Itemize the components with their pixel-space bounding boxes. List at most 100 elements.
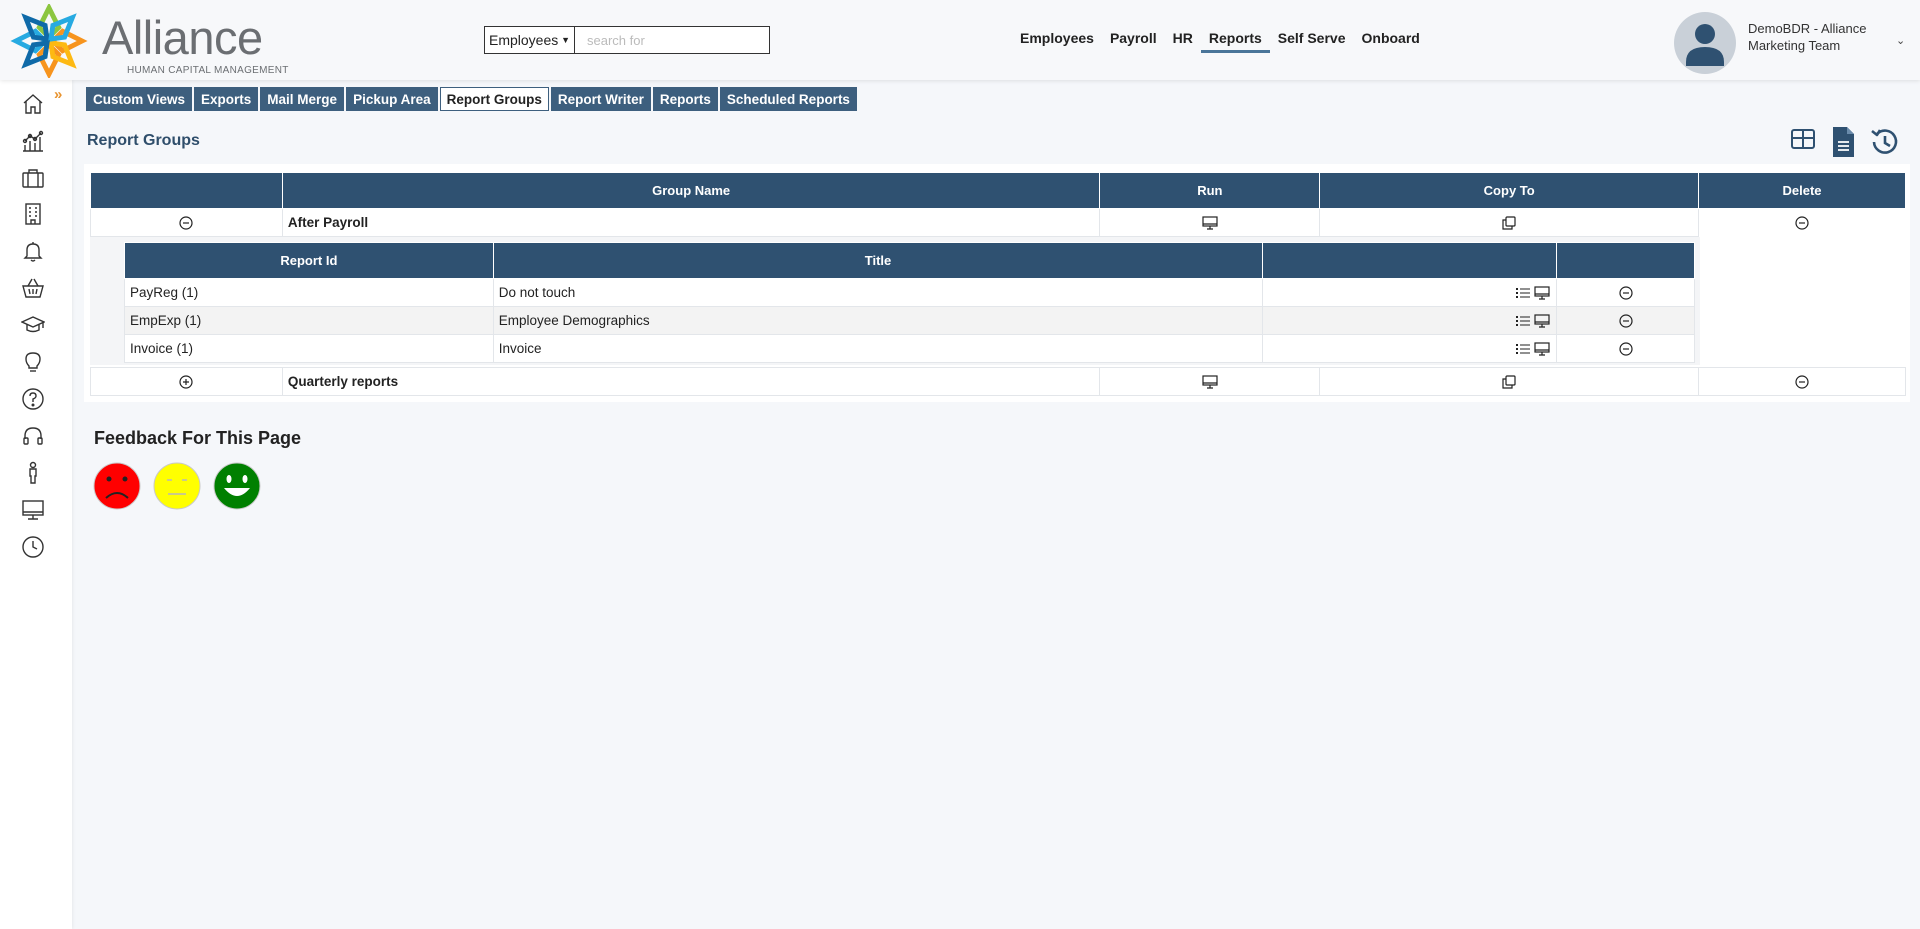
clock-icon[interactable] [21, 535, 45, 559]
remove-icon[interactable] [1618, 286, 1633, 300]
avatar [1674, 12, 1736, 74]
document-icon[interactable] [1830, 126, 1856, 158]
tab-reports[interactable]: Reports [652, 87, 718, 111]
column-header-actions [1262, 242, 1558, 279]
delete-icon[interactable] [1795, 216, 1809, 231]
copy-icon[interactable] [1502, 375, 1516, 389]
table-row: Quarterly reports [90, 367, 1906, 396]
home-icon[interactable] [21, 92, 45, 116]
column-header-expand [90, 172, 283, 209]
tab-mail-merge[interactable]: Mail Merge [260, 87, 345, 111]
grid-view-icon[interactable] [1790, 126, 1816, 152]
column-header-group-name[interactable]: Group Name [281, 172, 1101, 209]
nav-onboard[interactable]: Onboard [1362, 30, 1420, 52]
main-nav: Employees Payroll HR Reports Self Serve … [1020, 30, 1420, 53]
report-id: Invoice (1) [124, 334, 494, 363]
remove-cell [1556, 278, 1695, 307]
column-header-report-id[interactable]: Report Id [124, 242, 494, 279]
headset-icon[interactable] [21, 424, 45, 448]
bell-icon[interactable] [21, 239, 45, 263]
monitor-icon[interactable] [21, 498, 45, 522]
collapse-cell [90, 208, 283, 237]
group-name: After Payroll [281, 208, 1101, 237]
table-header-row: Report Id Title [124, 242, 1695, 279]
building-icon[interactable] [21, 202, 45, 226]
table-row: PayReg (1) Do not touch [124, 278, 1695, 307]
tab-report-writer[interactable]: Report Writer [550, 87, 651, 111]
user-name-line1: DemoBDR - Alliance [1748, 21, 1867, 36]
basket-icon[interactable] [21, 276, 45, 300]
tab-report-groups[interactable]: Report Groups [439, 87, 549, 111]
nav-payroll[interactable]: Payroll [1110, 30, 1157, 52]
tab-pickup-area[interactable]: Pickup Area [346, 87, 438, 111]
expand-icon[interactable] [179, 375, 194, 389]
collapse-icon[interactable] [179, 216, 194, 230]
nav-reports[interactable]: Reports [1200, 30, 1270, 53]
run-monitor-icon[interactable] [1202, 216, 1218, 230]
search-input[interactable] [574, 26, 770, 54]
alliance-logo[interactable]: Alliance HUMAN CAPITAL MANAGEMENT [8, 2, 288, 78]
report-title: Invoice [492, 334, 1264, 363]
run-monitor-icon[interactable] [1534, 342, 1550, 356]
copy-cell [1319, 208, 1700, 237]
run-monitor-icon[interactable] [1534, 286, 1550, 300]
logo-subtitle: HUMAN CAPITAL MANAGEMENT [127, 65, 289, 76]
analytics-icon[interactable] [21, 129, 45, 153]
report-subtabs: Custom Views Exports Mail Merge Pickup A… [86, 87, 857, 111]
column-header-title[interactable]: Title [492, 242, 1264, 279]
lightbulb-icon[interactable] [21, 350, 45, 374]
user-menu[interactable]: DemoBDR - Alliance Marketing Team ⌄ [1674, 12, 1914, 74]
logo-mark-icon [10, 4, 88, 78]
logo-wordmark: Alliance [102, 11, 263, 64]
list-icon[interactable] [1516, 287, 1531, 299]
report-actions [1262, 334, 1558, 363]
nav-employees[interactable]: Employees [1020, 30, 1094, 52]
global-search: Employees ▼ [484, 26, 770, 54]
chevron-down-icon: ▼ [561, 35, 570, 45]
copy-icon[interactable] [1502, 216, 1516, 230]
graduation-cap-icon[interactable] [21, 313, 45, 337]
column-header-copy-to: Copy To [1319, 172, 1700, 209]
person-icon[interactable] [21, 461, 45, 485]
happy-face-icon[interactable] [213, 462, 261, 510]
column-header-remove [1556, 242, 1695, 279]
table-header-row: Group Name Run Copy To Delete [90, 172, 1906, 209]
search-scope-select[interactable]: Employees ▼ [484, 26, 574, 54]
report-groups-table: Group Name Run Copy To Delete After Payr… [90, 172, 1906, 237]
table-row: After Payroll [90, 208, 1906, 237]
report-title: Do not touch [492, 278, 1264, 307]
copy-cell [1319, 367, 1700, 396]
left-sidebar: » [0, 80, 72, 929]
list-icon[interactable] [1516, 343, 1531, 355]
report-title: Employee Demographics [492, 306, 1264, 335]
report-actions [1262, 306, 1558, 335]
search-scope-value: Employees [489, 32, 559, 48]
expand-sidebar-icon[interactable]: » [54, 86, 62, 103]
report-actions [1262, 278, 1558, 307]
delete-icon[interactable] [1795, 375, 1809, 389]
report-id: PayReg (1) [124, 278, 494, 307]
sad-face-icon[interactable] [93, 462, 141, 510]
remove-cell [1556, 334, 1695, 363]
table-row: EmpExp (1) Employee Demographics [124, 306, 1695, 335]
run-monitor-icon[interactable] [1202, 375, 1218, 389]
tab-custom-views[interactable]: Custom Views [86, 87, 193, 111]
remove-cell [1556, 306, 1695, 335]
history-icon[interactable] [1869, 126, 1901, 158]
remove-icon[interactable] [1618, 342, 1633, 356]
briefcase-icon[interactable] [21, 166, 45, 190]
list-icon[interactable] [1516, 315, 1531, 327]
delete-cell [1698, 208, 1906, 237]
nav-self-serve[interactable]: Self Serve [1278, 30, 1346, 52]
help-icon[interactable] [21, 387, 45, 411]
top-header: Alliance HUMAN CAPITAL MANAGEMENT Employ… [0, 0, 1920, 80]
tab-scheduled-reports[interactable]: Scheduled Reports [719, 87, 857, 111]
remove-icon[interactable] [1618, 314, 1633, 328]
chevron-down-icon[interactable]: ⌄ [1896, 34, 1905, 47]
neutral-face-icon[interactable] [153, 462, 201, 510]
tab-exports[interactable]: Exports [194, 87, 259, 111]
run-monitor-icon[interactable] [1534, 314, 1550, 328]
run-cell [1099, 367, 1321, 396]
nav-hr[interactable]: HR [1173, 30, 1193, 52]
page-title: Report Groups [87, 132, 200, 149]
